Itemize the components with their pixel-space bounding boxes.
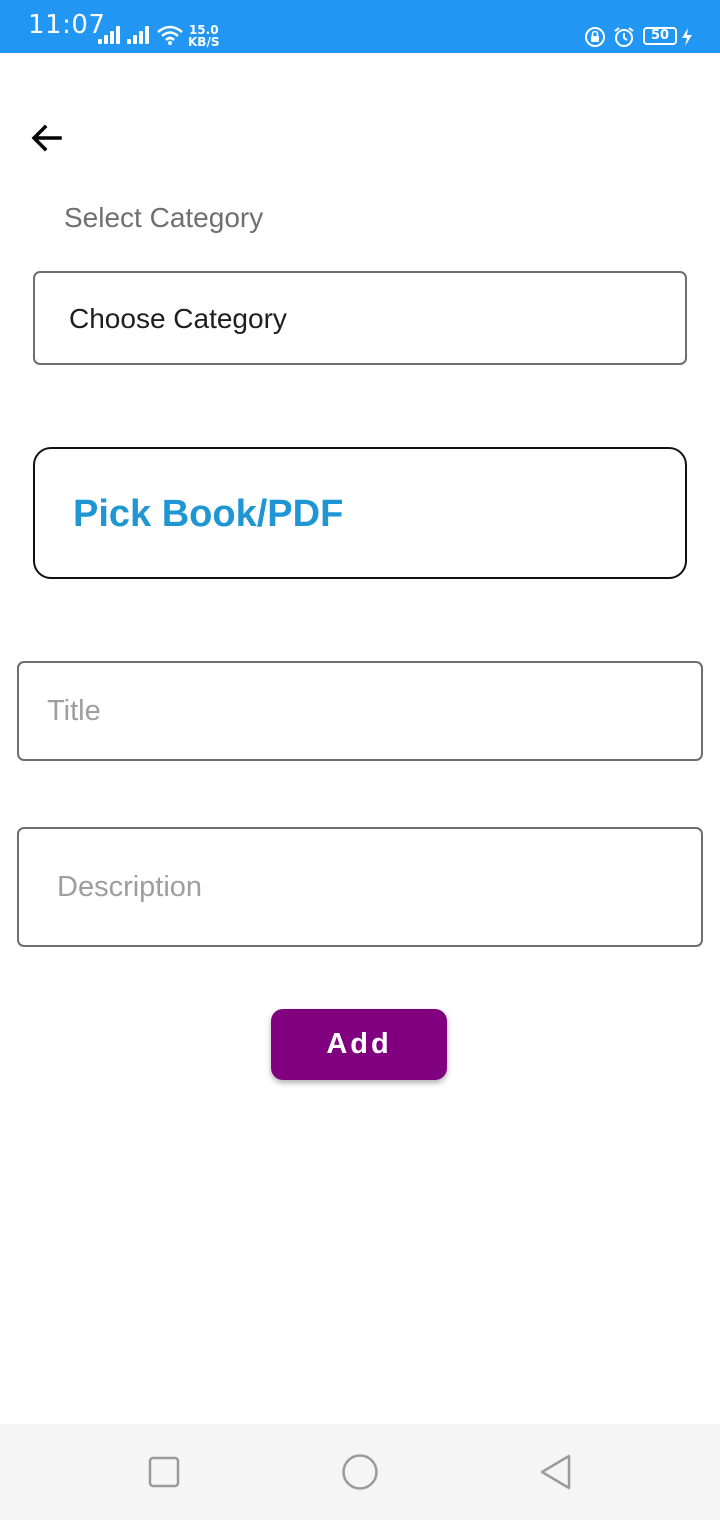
category-dropdown[interactable]: Choose Category — [33, 271, 687, 365]
description-field — [17, 827, 703, 947]
arrow-left-icon — [31, 124, 62, 152]
status-bar: 11:07 15.0 KB/S 50 — [0, 0, 720, 53]
description-input[interactable] — [19, 829, 701, 945]
title-field — [17, 661, 703, 761]
system-navigation-bar — [0, 1424, 720, 1520]
alarm-icon — [614, 27, 634, 47]
title-input[interactable] — [19, 663, 701, 759]
wifi-icon — [157, 25, 183, 45]
network-speed-unit: KB/S — [188, 35, 220, 49]
pick-book-pdf-button[interactable]: Pick Book/PDF — [33, 447, 687, 579]
signal-icon — [98, 26, 122, 44]
battery-icon: 50 — [643, 27, 677, 45]
add-button[interactable]: Add — [271, 1009, 447, 1080]
category-dropdown-value: Choose Category — [69, 303, 287, 334]
back-button[interactable] — [26, 118, 70, 158]
back-triangle-icon — [540, 1454, 571, 1490]
category-label: Select Category — [64, 202, 264, 233]
pick-book-pdf-label: Pick Book/PDF — [73, 493, 344, 535]
home-circle-icon — [342, 1454, 378, 1490]
recents-button[interactable] — [144, 1452, 184, 1492]
charging-icon — [682, 28, 692, 46]
lock-rotation-icon — [585, 27, 605, 47]
home-button[interactable] — [340, 1452, 380, 1492]
signal-icon — [127, 26, 151, 44]
network-speed: 15.0 KB/S — [188, 24, 219, 48]
status-time: 11:07 — [28, 10, 106, 40]
back-nav-button[interactable] — [536, 1452, 576, 1492]
add-book-screen: 11:07 15.0 KB/S 50 Select Category Choos… — [0, 0, 720, 1520]
recents-square-icon — [148, 1456, 180, 1488]
